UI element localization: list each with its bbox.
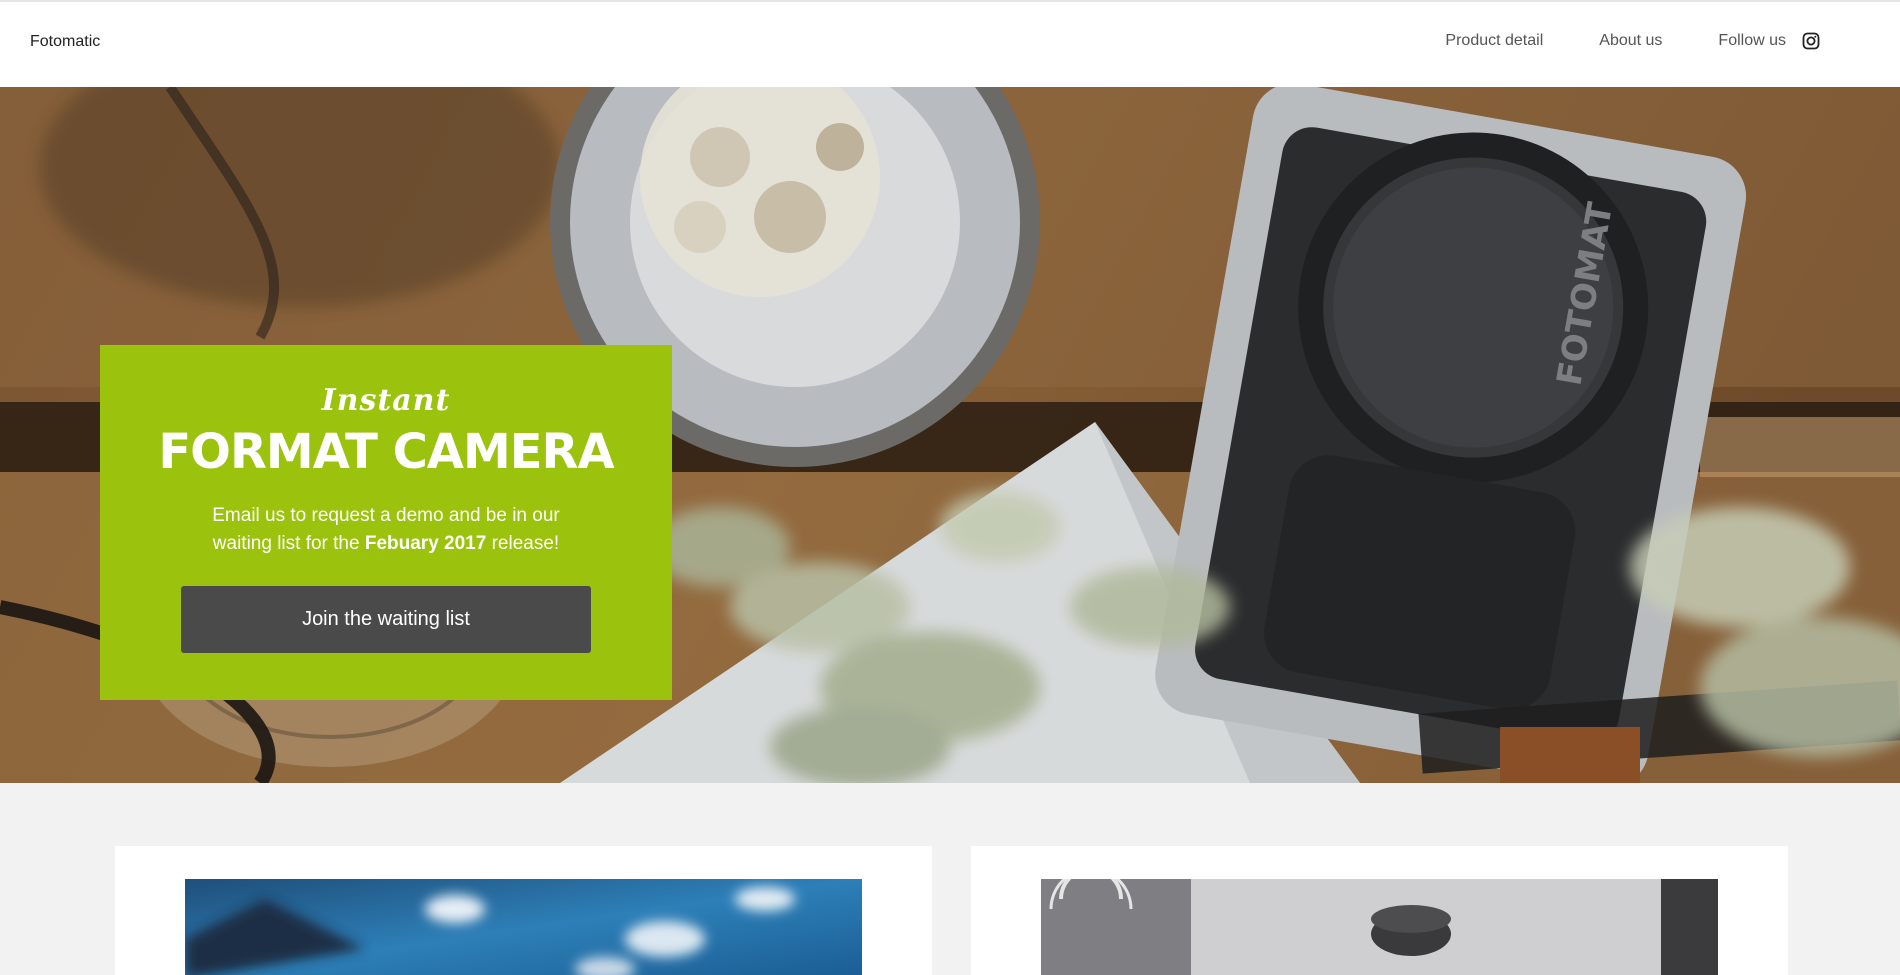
promo-box: Instant FORMAT CAMERA Email us to reques… [100, 345, 672, 700]
join-waiting-list-button[interactable]: Join the waiting list [181, 586, 591, 653]
hero-section: FOTOMAT Instant FORMAT CAMERA Email us t… [0, 87, 1900, 783]
promo-text: Email us to request a demo and be in our… [186, 502, 586, 558]
follow-us: Follow us [1718, 32, 1820, 50]
promo-script-label: Instant [321, 383, 451, 418]
feature-card [971, 846, 1788, 975]
promo-text-end: release! [486, 533, 560, 554]
nav-follow-us[interactable]: Follow us [1718, 32, 1786, 50]
promo-release-date: Febuary 2017 [364, 533, 487, 554]
nav-links: Product detail About us Follow us [1445, 32, 1820, 50]
feature-card [115, 846, 932, 975]
card-image-sky [185, 879, 862, 975]
promo-title: FORMAT CAMERA [158, 424, 614, 480]
instagram-icon[interactable] [1802, 32, 1820, 50]
nav-about-us[interactable]: About us [1599, 32, 1662, 50]
nav-product-detail[interactable]: Product detail [1445, 32, 1543, 50]
brand-logo[interactable]: Fotomatic [30, 33, 100, 51]
navbar: Fotomatic Product detail About us Follow… [0, 2, 1900, 87]
card-image-camera [1041, 879, 1718, 975]
